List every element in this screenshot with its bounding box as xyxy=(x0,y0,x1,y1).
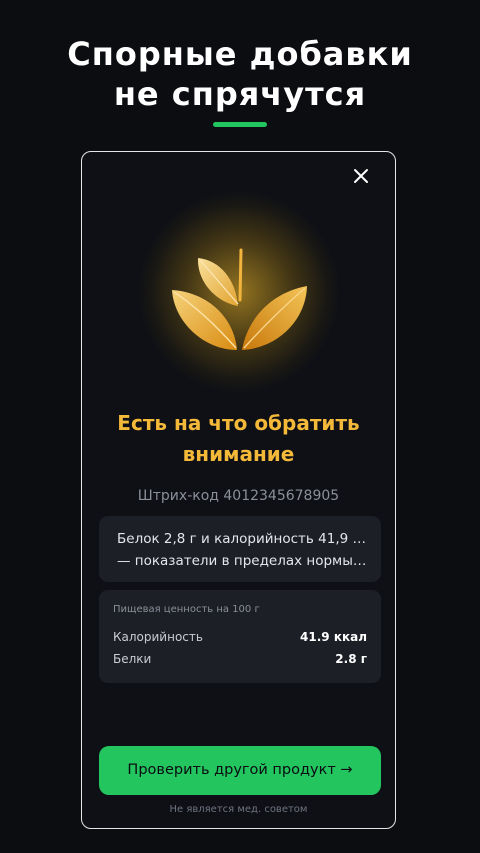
nutrition-label: Белки xyxy=(113,652,152,666)
nutrition-title: Пищевая ценность на 100 г xyxy=(113,604,260,615)
product-result-card: Есть на что обратить внимание Штрих-код … xyxy=(81,151,396,829)
promo-headline: Спорные добавки не спрячутся xyxy=(0,34,480,114)
medical-disclaimer: Не является мед. советом xyxy=(169,804,308,815)
nutrition-value: 2.8 г xyxy=(335,652,367,666)
headline-line-2: не спрячутся xyxy=(113,75,367,113)
nutrition-panel: Пищевая ценность на 100 г Калорийность 4… xyxy=(99,590,381,683)
status-title-line-1: Есть на что обратить xyxy=(117,411,360,435)
product-summary: Белок 2,8 г и калорийность 41,9 ккал — п… xyxy=(99,516,381,582)
check-another-product-button[interactable]: Проверить другой продукт → xyxy=(99,746,381,795)
wheat-leaf-icon xyxy=(172,248,307,384)
status-title-line-2: внимание xyxy=(182,442,295,466)
close-icon xyxy=(354,169,368,183)
barcode-label: Штрих-код 4012345678905 xyxy=(137,488,340,504)
summary-line-1: Белок 2,8 г и калорийность 41,9 ккал xyxy=(117,531,367,547)
close-button[interactable] xyxy=(349,164,373,188)
promo-screen: Спорные добавки не спрячутся Есть на что… xyxy=(0,0,480,853)
nutrition-label: Калорийность xyxy=(113,630,203,644)
summary-line-2: — показатели в пределах нормы для… xyxy=(117,553,367,569)
nutrition-row-protein: Белки 2.8 г xyxy=(113,648,367,670)
headline-line-1: Спорные добавки xyxy=(67,35,413,73)
headline-accent-divider xyxy=(213,122,267,127)
status-title: Есть на что обратить внимание xyxy=(82,408,395,470)
nutrition-value: 41.9 ккал xyxy=(300,630,367,644)
nutrition-row-calories: Калорийность 41.9 ккал xyxy=(113,626,367,648)
